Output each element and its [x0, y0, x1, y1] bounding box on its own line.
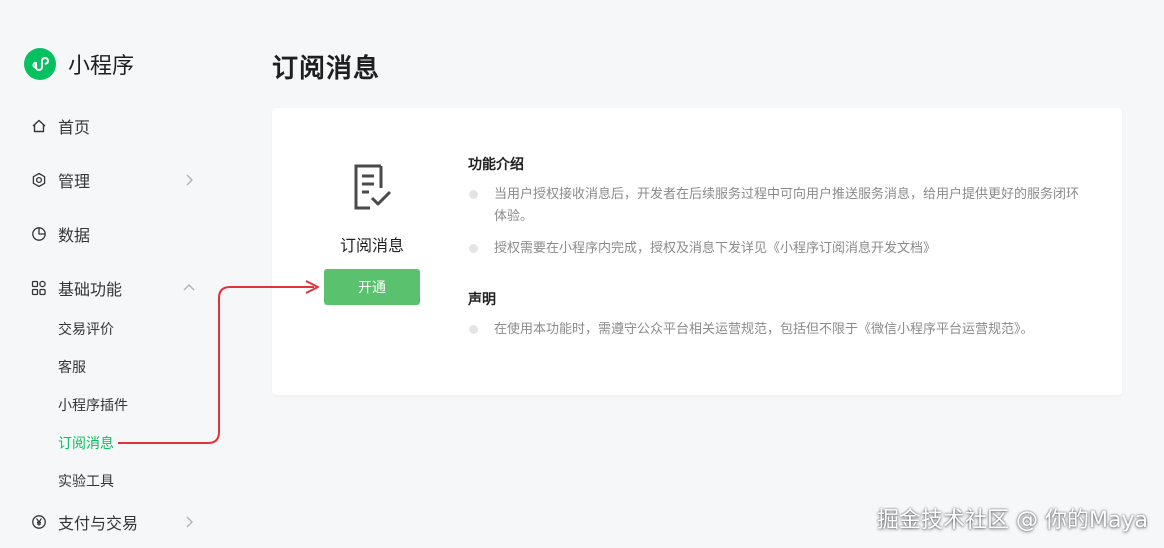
- bullet-dot: [469, 325, 478, 334]
- open-button[interactable]: 开通: [324, 269, 420, 305]
- sidebar-item-basic-features[interactable]: 基础功能: [30, 274, 200, 302]
- sidebar-item-label: 基础功能: [58, 280, 123, 299]
- bullet-text: 在使用本功能时，需遵守公众平台相关运营规范，包括但不限于《微信小程序平台运营规范…: [494, 322, 1034, 337]
- yen-icon: [30, 513, 48, 531]
- statement-bullet: 在使用本功能时，需遵守公众平台相关运营规范，包括但不限于《微信小程序平台运营规范…: [468, 319, 1088, 341]
- chevron-right-icon: [182, 173, 196, 187]
- sidebar-item-label: 支付与交易: [58, 514, 139, 533]
- sidebar-subitem-reviews[interactable]: 交易评价: [58, 318, 114, 340]
- sidebar-subitem-plugins[interactable]: 小程序插件: [58, 394, 128, 416]
- sidebar-subitem-subscription-messages[interactable]: 订阅消息: [58, 432, 114, 454]
- sidebar-item-label: 数据: [58, 226, 91, 245]
- bullet-dot: [469, 190, 478, 199]
- intro-bullet: 授权需要在小程序内完成，授权及消息下发详见《小程序订阅消息开发文档》: [468, 238, 1088, 260]
- watermark: 掘金技术社区 @ 你的Maya: [877, 508, 1148, 533]
- sidebar-item-label: 管理: [58, 172, 91, 191]
- brand-name: 小程序: [68, 54, 135, 79]
- feature-card: 订阅消息 开通 功能介绍 当用户授权接收消息后，开发者在后续服务过程中可向用户推…: [272, 108, 1122, 395]
- sidebar-subitem-lab-tools[interactable]: 实验工具: [58, 470, 114, 492]
- bullet-dot: [469, 244, 478, 253]
- bullet-text: 当用户授权接收消息后，开发者在后续服务过程中可向用户推送服务消息，给用户提供更好…: [494, 187, 1080, 224]
- sidebar-item-payments[interactable]: 支付与交易: [30, 508, 200, 536]
- sidebar-item-label: 首页: [58, 118, 91, 137]
- intro-title: 功能介绍: [468, 157, 524, 173]
- chevron-up-icon: [182, 281, 196, 295]
- sidebar: 小程序 首页 管理 数据 基础功能 交易评价 客服 小程序插件 订阅消息 实验工…: [0, 0, 230, 548]
- brand[interactable]: 小程序: [24, 48, 134, 80]
- hexagon-icon: [30, 171, 48, 189]
- home-icon: [30, 117, 48, 135]
- sidebar-subitem-customer-service[interactable]: 客服: [58, 356, 86, 378]
- sidebar-item-data[interactable]: 数据: [30, 220, 200, 248]
- sidebar-item-home[interactable]: 首页: [30, 112, 200, 140]
- statement-title: 声明: [468, 292, 496, 308]
- app-window: 小程序 首页 管理 数据 基础功能 交易评价 客服 小程序插件 订阅消息 实验工…: [0, 0, 1164, 548]
- chevron-right-icon: [182, 515, 196, 529]
- pie-chart-icon: [30, 225, 48, 243]
- feature-name: 订阅消息: [339, 236, 404, 255]
- grid-icon: [30, 279, 48, 297]
- bullet-text: 授权需要在小程序内完成，授权及消息下发详见《小程序订阅消息开发文档》: [494, 241, 937, 256]
- miniprogram-logo-icon: [24, 48, 56, 80]
- page-title: 订阅消息: [272, 54, 381, 84]
- document-check-icon: [352, 162, 392, 212]
- sidebar-item-manage[interactable]: 管理: [30, 166, 200, 194]
- intro-bullet: 当用户授权接收消息后，开发者在后续服务过程中可向用户推送服务消息，给用户提供更好…: [468, 184, 1088, 228]
